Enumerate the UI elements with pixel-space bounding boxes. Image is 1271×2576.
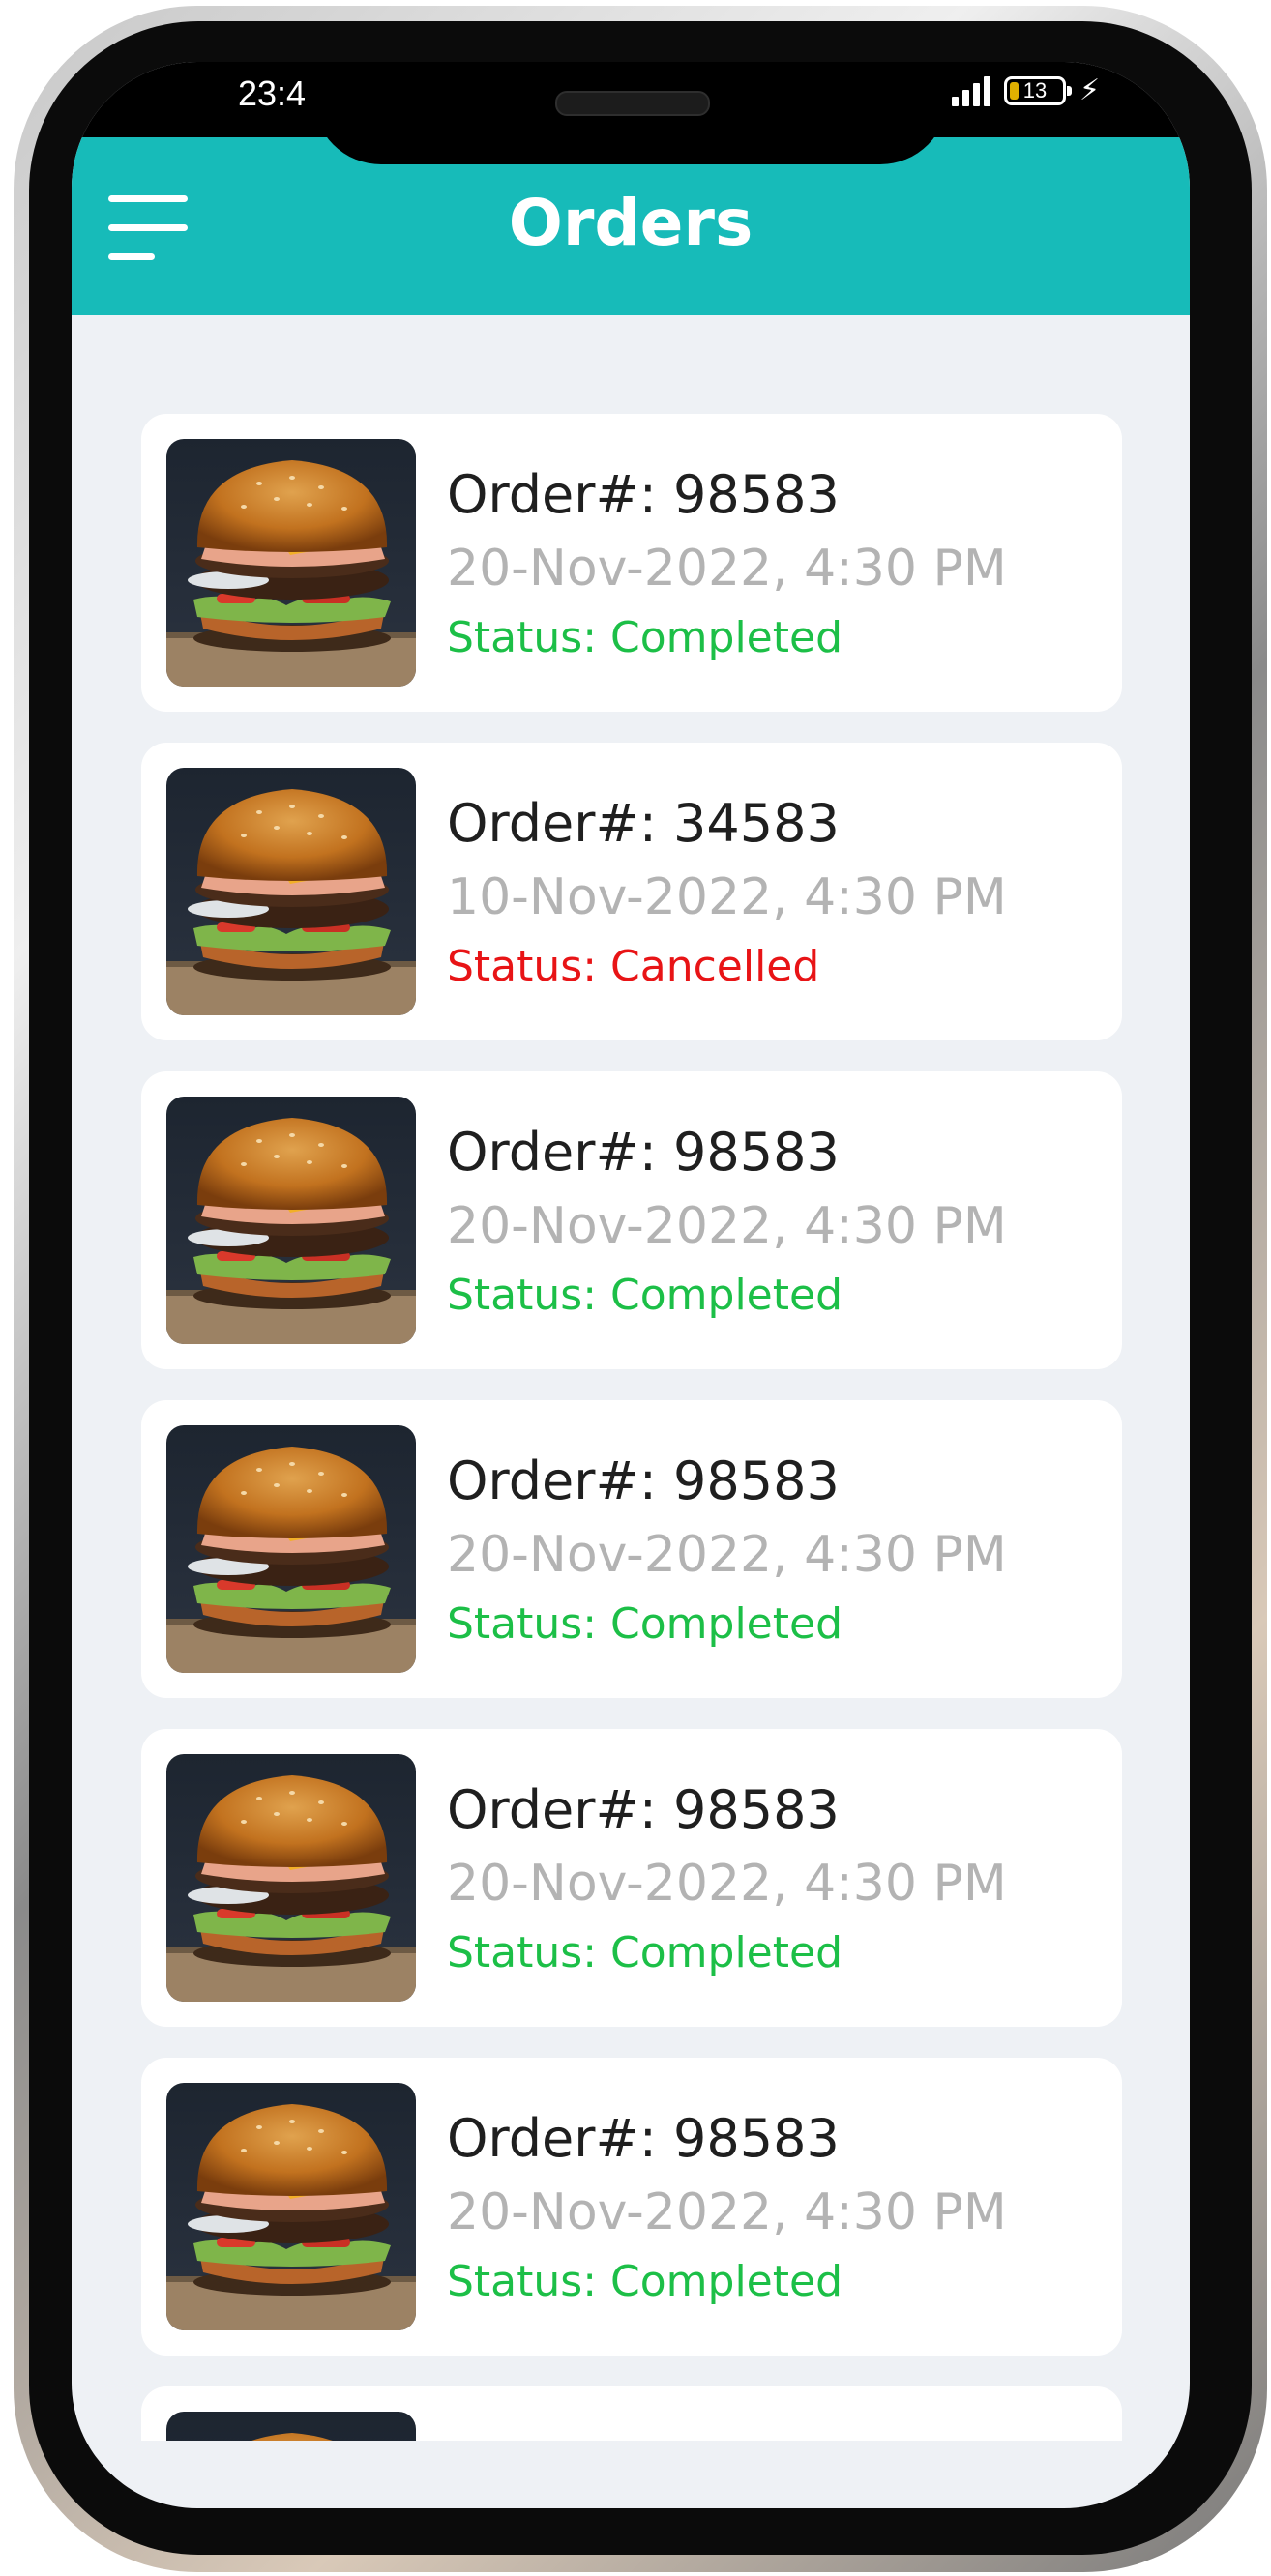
phone-frame: 23:4 13 ⚡︎ Orders Order#: 98583 20-Nov-2… xyxy=(0,0,1271,2576)
status-time: 23:4 xyxy=(238,73,307,113)
order-date: 20-Nov-2022, 4:30 PM xyxy=(447,1855,1007,1913)
burger-image xyxy=(166,768,416,1015)
battery-level: 13 xyxy=(1022,78,1048,102)
order-list[interactable]: Order#: 98583 20-Nov-2022, 4:30 PM Status:… xyxy=(141,400,1122,2441)
order-status: Status: Completed xyxy=(447,613,842,662)
order-number: Order#: 98583 xyxy=(447,1779,840,1840)
order-status: Status: Cancelled xyxy=(447,942,820,991)
burger-image xyxy=(166,1754,416,2002)
order-number: Order#: 98583 xyxy=(447,464,840,525)
status-icons: 13 ⚡︎ xyxy=(952,75,1100,106)
order-card[interactable]: Order#: 98583 20-Nov-2022, 4:30 PM Status:… xyxy=(141,414,1122,712)
order-number: Order#: 98583 xyxy=(447,1122,840,1183)
order-card[interactable]: Order#: 98583 20-Nov-2022, 4:30 PM Status:… xyxy=(141,1729,1122,2027)
order-date: 20-Nov-2022, 4:30 PM xyxy=(447,1526,1007,1584)
burger-image xyxy=(166,439,416,687)
order-number: Order#: 98583 xyxy=(447,1450,840,1511)
order-status: Status: Completed xyxy=(447,1599,842,1649)
burger-image xyxy=(166,2083,416,2330)
order-number: Order#: 34583 xyxy=(447,793,840,854)
order-card[interactable]: Order#: 34583 10-Nov-2022, 4:30 PM Status:… xyxy=(141,743,1122,1040)
order-card[interactable]: Order#: 98583 20-Nov-2022, 4:30 PM Status:… xyxy=(141,1400,1122,1698)
order-status: Status: Completed xyxy=(447,1928,842,1977)
burger-image xyxy=(166,2412,416,2441)
order-date: 20-Nov-2022, 4:30 PM xyxy=(447,2183,1007,2241)
order-card-partial[interactable] xyxy=(141,2386,1122,2441)
order-number: Order#: 98583 xyxy=(447,2108,840,2169)
page-title: Orders xyxy=(508,186,754,260)
order-date: 20-Nov-2022, 4:30 PM xyxy=(447,1197,1007,1255)
order-date: 10-Nov-2022, 4:30 PM xyxy=(447,868,1007,926)
bolt-icon: ⚡︎ xyxy=(1079,74,1101,106)
burger-image xyxy=(166,1425,416,1673)
order-status: Status: Completed xyxy=(447,1271,842,1320)
signal-bars-icon xyxy=(952,75,990,106)
order-card[interactable]: Order#: 98583 20-Nov-2022, 4:30 PM Status:… xyxy=(141,1071,1122,1369)
battery-icon: 13 xyxy=(1004,76,1072,105)
battery-fill xyxy=(1010,82,1019,100)
order-status: Status: Completed xyxy=(447,2257,842,2306)
order-card[interactable]: Order#: 98583 20-Nov-2022, 4:30 PM Status:… xyxy=(141,2058,1122,2356)
order-date: 20-Nov-2022, 4:30 PM xyxy=(447,540,1007,598)
burger-image xyxy=(166,1097,416,1344)
speaker-grille xyxy=(555,91,710,116)
phone-screen: 23:4 13 ⚡︎ Orders Order#: 98583 20-Nov-2… xyxy=(72,62,1190,2508)
